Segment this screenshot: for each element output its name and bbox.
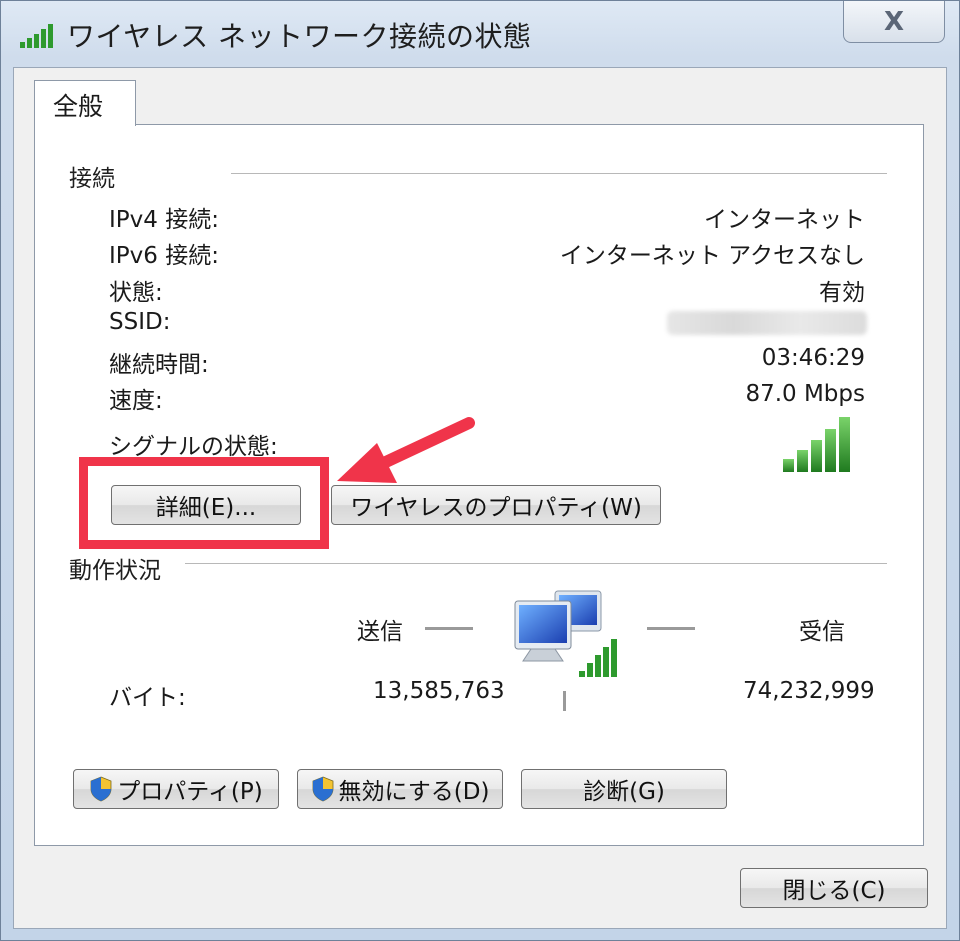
speed-value: 87.0 Mbps [745,381,865,407]
title-bar[interactable]: ワイヤレス ネットワーク接続の状態 X [1,1,959,67]
properties-button-label: プロパティ(P) [117,779,263,805]
wifi-signal-icon [20,24,53,48]
received-label: 受信 [799,619,845,645]
received-dash [647,627,695,630]
state-value: 有効 [819,280,865,306]
window-title: ワイヤレス ネットワーク接続の状態 [67,20,532,53]
bytes-sent-value: 13,585,763 [373,678,505,704]
connection-group-header: 接続 [69,159,121,193]
close-icon: X [883,6,905,37]
ipv4-value: インターネット [704,207,865,233]
bytes-received-value: 74,232,999 [743,678,875,704]
annotation-arrow-icon [337,417,475,483]
tab-general[interactable]: 全般 [34,80,136,126]
signal-label: シグナルの状態: [109,434,278,460]
uac-shield-icon [312,776,333,802]
wifi-signal-icon [783,417,850,472]
disable-button-label: 無効にする(D) [338,779,490,805]
ssid-label: SSID: [109,309,171,335]
sent-label: 送信 [357,619,403,645]
ipv6-value: インターネット アクセスなし [559,243,865,269]
properties-button[interactable]: プロパティ(P) [73,769,279,809]
sent-dash [425,627,473,630]
activity-divider [185,563,887,564]
close-button[interactable]: 閉じる(C) [740,868,928,908]
highlight-box [79,457,329,549]
network-computers-icon [514,590,617,711]
state-label: 状態: [109,280,163,306]
speed-label: 速度: [109,388,163,414]
duration-label: 継続時間: [109,352,209,378]
activity-group-header: 動作状況 [69,551,167,585]
uac-shield-icon [90,776,112,802]
ssid-value-redacted [667,311,867,335]
bytes-label: バイト: [109,685,186,711]
ipv4-label: IPv4 接続: [109,207,219,233]
close-window-button[interactable]: X [843,1,945,43]
duration-value: 03:46:29 [761,345,865,371]
ipv6-label: IPv6 接続: [109,243,219,269]
connection-divider [231,173,887,174]
dialog-window: ワイヤレス ネットワーク接続の状態 X 全般 接続 IPv4 接続: インターネ… [0,0,960,941]
diagnose-button[interactable]: 診断(G) [521,769,727,809]
disable-button[interactable]: 無効にする(D) [297,769,503,809]
